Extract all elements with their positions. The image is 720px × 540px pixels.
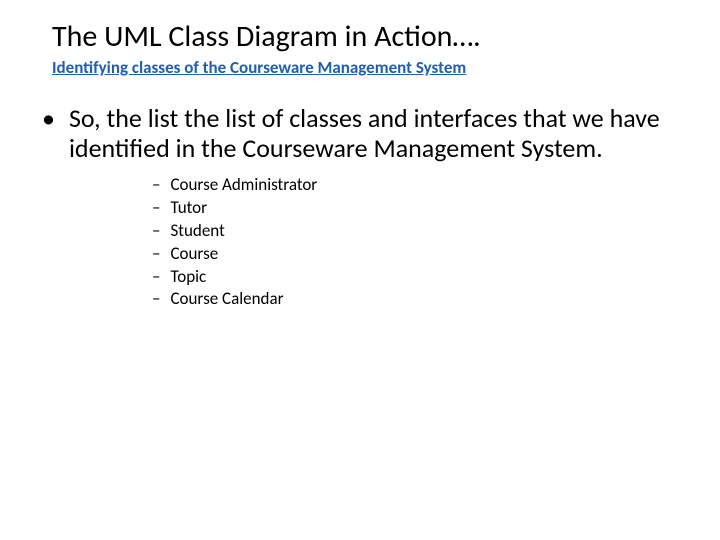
slide-subtitle: Identifying classes of the Courseware Ma… (52, 57, 680, 78)
list-item-label: Course (170, 243, 218, 266)
main-bullet-text: So, the list the list of classes and int… (69, 104, 680, 164)
list-item: – Topic (152, 266, 680, 289)
list-item-label: Course Calendar (170, 288, 283, 311)
list-item: – Course (152, 243, 680, 266)
list-item-label: Student (170, 220, 224, 243)
class-list: – Course Administrator – Tutor – Student… (152, 174, 680, 312)
list-item: – Course Administrator (152, 174, 680, 197)
slide-title: The UML Class Diagram in Action…. (52, 18, 680, 55)
dash-icon: – (152, 220, 160, 243)
list-item: – Tutor (152, 197, 680, 220)
list-item-label: Course Administrator (170, 174, 317, 197)
dash-icon: – (152, 243, 160, 266)
list-item: – Course Calendar (152, 288, 680, 311)
dash-icon: – (152, 288, 160, 311)
list-item-label: Topic (170, 266, 206, 289)
dash-icon: – (152, 174, 160, 197)
list-item: – Student (152, 220, 680, 243)
dash-icon: – (152, 266, 160, 289)
dash-icon: – (152, 197, 160, 220)
main-bullet: • So, the list the list of classes and i… (40, 104, 680, 164)
list-item-label: Tutor (170, 197, 207, 220)
bullet-marker: • (42, 104, 55, 164)
